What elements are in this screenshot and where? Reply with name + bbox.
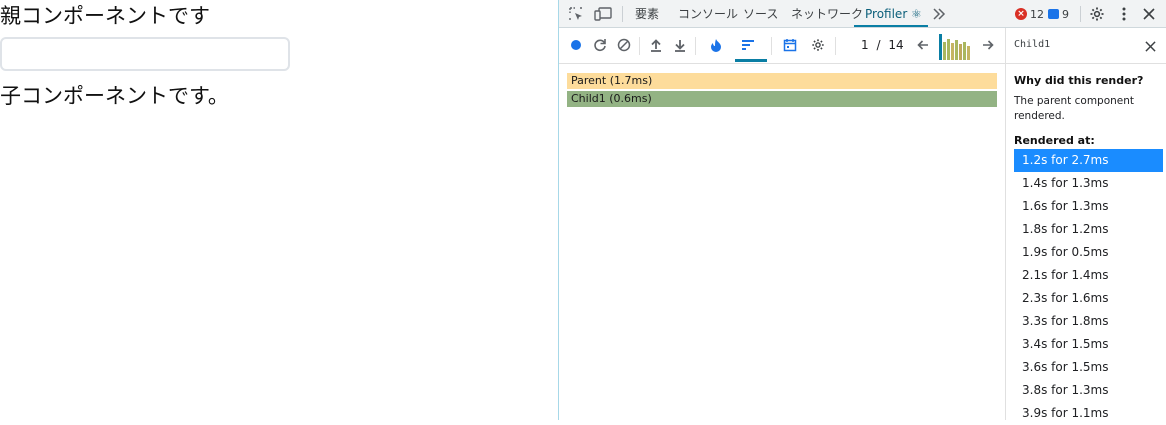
toolbar-separator [639,37,640,55]
commit-separator: / [876,38,881,52]
clear-icon[interactable] [615,36,633,54]
page-viewport: 親コンポーネントです 子コンポーネントです。 [0,0,558,420]
close-details-icon[interactable] [1141,37,1159,55]
reload-icon[interactable] [591,36,609,54]
render-list-item[interactable]: 2.3s for 1.6ms [1014,287,1163,310]
commit-snapshot-bar[interactable] [939,34,942,60]
commit-snapshot-bar[interactable] [943,42,946,60]
error-icon: × [1015,8,1027,20]
details-header: Child1 [1006,28,1166,64]
record-icon[interactable] [567,36,585,54]
message-icon [1048,9,1059,19]
component-details-panel: Child1 Why did this render? The parent c… [1005,28,1166,420]
tab-console[interactable]: コンソール [678,0,738,28]
why-render-title: Why did this render? [1014,74,1144,87]
message-count: 9 [1062,7,1069,21]
tabbar-separator [622,6,623,22]
next-commit-icon[interactable] [979,36,997,54]
device-toggle-icon[interactable] [593,4,613,24]
message-badge[interactable]: 9 [1048,0,1069,28]
download-icon[interactable] [671,36,689,54]
render-list-item[interactable]: 1.9s for 0.5ms [1014,241,1163,264]
ranked-view-indicator [735,59,767,62]
rendered-at-title: Rendered at: [1014,134,1095,147]
render-list-item[interactable]: 1.2s for 2.7ms [1014,149,1163,172]
flamegraph-icon[interactable] [707,36,725,54]
commit-snapshot-bar[interactable] [967,46,970,60]
render-list-item[interactable]: 2.1s for 1.4ms [1014,264,1163,287]
why-render-text: The parent component rendered. [1014,95,1135,122]
component-bar-parent[interactable]: Parent (1.7ms) [567,73,997,89]
commit-snapshot-selector[interactable] [939,32,971,60]
child-component-text: 子コンポーネントです。 [0,84,229,108]
gear-icon[interactable] [1087,4,1107,24]
parent-title: 親コンポーネントです [0,4,210,28]
close-devtools-icon[interactable] [1139,4,1159,24]
render-list-item[interactable]: 1.8s for 1.2ms [1014,218,1163,241]
commit-snapshot-bar[interactable] [951,43,954,60]
tabbar-separator [1080,6,1081,22]
commit-snapshot-bar[interactable] [955,40,958,60]
render-list-item[interactable]: 3.4s for 1.5ms [1014,333,1163,356]
devtools-panel: 要素 コンソール ソース ネットワーク Profiler ⚛ × 12 9 1 … [558,0,1166,420]
previous-commit-icon[interactable] [914,36,932,54]
settings-icon[interactable] [809,36,827,54]
ranked-icon[interactable] [739,36,757,54]
render-list: 1.2s for 2.7ms 1.4s for 1.3ms 1.6s for 1.3… [1014,149,1163,425]
commit-snapshot-bar[interactable] [947,39,950,60]
tab-sources[interactable]: ソース [743,0,778,28]
tab-network[interactable]: ネットワーク [791,0,863,28]
commit-snapshot-bar[interactable] [963,42,966,60]
commit-index: 1 [861,38,869,52]
profiler-toolbar: 1 / 14 [559,28,1005,64]
upload-icon[interactable] [647,36,665,54]
active-tab-indicator [854,25,928,27]
chevrons-right-icon[interactable] [929,4,949,24]
commit-navigator: 1 / 14 [859,38,906,52]
error-count: 12 [1030,7,1044,21]
ranked-chart: Parent (1.7ms) Child1 (0.6ms) [559,64,1005,420]
toolbar-separator [695,37,696,55]
inspect-element-icon[interactable] [566,4,586,24]
selected-component-name: Child1 [1014,39,1051,50]
render-list-item[interactable]: 1.6s for 1.3ms [1014,195,1163,218]
render-list-item[interactable]: 3.3s for 1.8ms [1014,310,1163,333]
render-list-item[interactable]: 1.4s for 1.3ms [1014,172,1163,195]
component-bar-child1[interactable]: Child1 (0.6ms) [567,91,997,107]
commit-total: 14 [888,38,904,52]
more-vertical-icon[interactable] [1114,4,1134,24]
toolbar-separator [835,37,836,55]
error-badge[interactable]: × 12 [1015,0,1044,28]
text-input[interactable] [0,37,290,71]
commit-snapshot-bar[interactable] [959,44,962,60]
render-list-item[interactable]: 3.6s for 1.5ms [1014,356,1163,379]
tab-profiler[interactable]: Profiler ⚛ [865,0,922,28]
render-list-item[interactable]: 3.8s for 1.3ms [1014,379,1163,402]
devtools-tabbar: 要素 コンソール ソース ネットワーク Profiler ⚛ × 12 9 [559,0,1166,28]
toolbar-separator [771,37,772,55]
render-list-item[interactable]: 3.9s for 1.1ms [1014,402,1163,425]
timeline-icon[interactable] [781,36,799,54]
tab-elements[interactable]: 要素 [635,0,659,28]
